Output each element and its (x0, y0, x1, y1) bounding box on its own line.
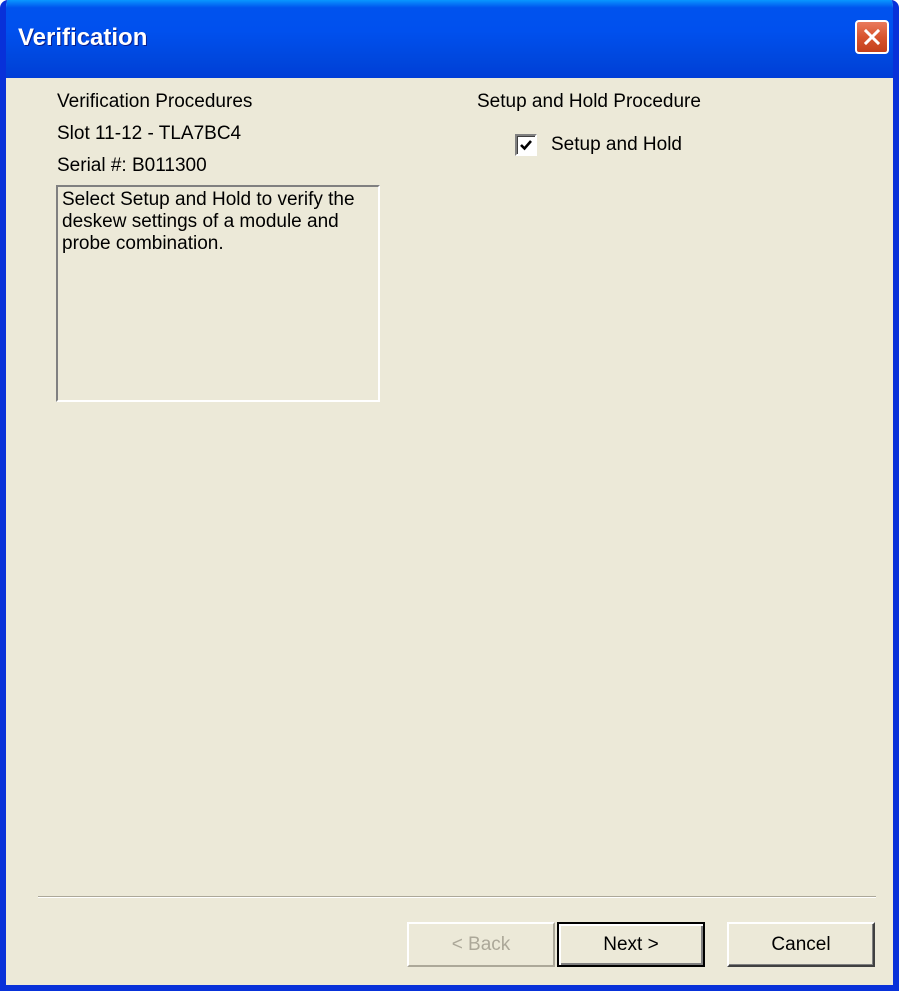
dialog-body: Verification Procedures Slot 11-12 - TLA… (6, 78, 893, 985)
cancel-button[interactable]: Cancel (727, 922, 875, 967)
checkmark-icon (520, 140, 532, 151)
description-box: Select Setup and Hold to verify the desk… (56, 185, 380, 402)
setup-and-hold-option[interactable]: Setup and Hold (515, 134, 682, 156)
slot-label: Slot 11-12 - TLA7BC4 (57, 123, 242, 144)
setup-hold-heading: Setup and Hold Procedure (477, 91, 701, 112)
separator-line (38, 896, 876, 898)
procedures-heading: Verification Procedures (57, 91, 253, 112)
back-button-label: < Back (451, 933, 511, 955)
title-bar[interactable]: Verification (6, 0, 893, 78)
next-button[interactable]: Next > (557, 922, 705, 967)
cancel-button-label: Cancel (771, 933, 831, 955)
next-button-label: Next > (603, 933, 659, 955)
close-button[interactable] (855, 20, 889, 54)
close-icon (863, 28, 881, 46)
setup-and-hold-label[interactable]: Setup and Hold (551, 134, 682, 156)
serial-label: Serial #: B011300 (57, 155, 207, 176)
window-title: Verification (18, 24, 148, 51)
setup-and-hold-checkbox[interactable] (515, 134, 537, 156)
back-button[interactable]: < Back (407, 922, 555, 967)
description-text: Select Setup and Hold to verify the desk… (62, 189, 355, 254)
verification-dialog: Verification Verification Procedures Slo… (0, 0, 899, 991)
